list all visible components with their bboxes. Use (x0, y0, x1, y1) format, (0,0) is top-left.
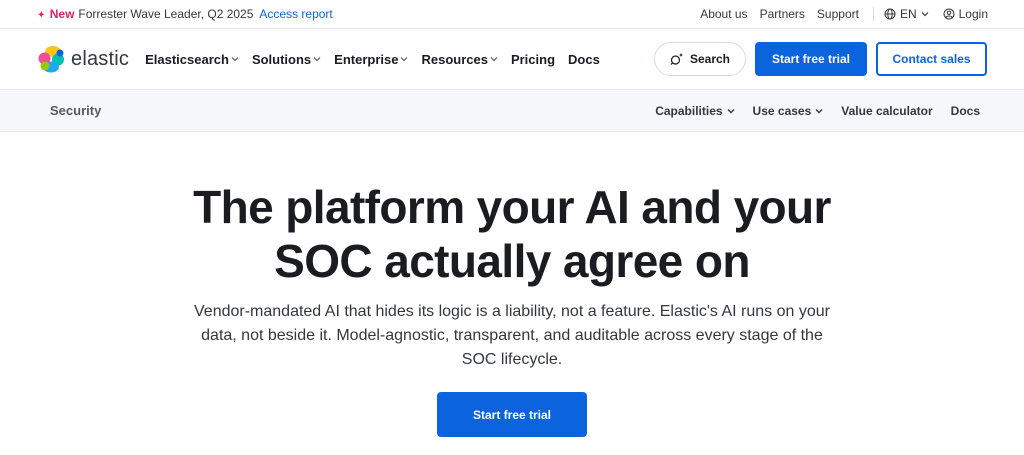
main-nav: elastic Elasticsearch Solutions Enterpri… (0, 29, 1024, 89)
ai-search-icon (670, 53, 683, 65)
login-link[interactable]: Login (943, 7, 988, 21)
about-us-link[interactable]: About us (700, 7, 747, 21)
subnav-items: Capabilities Use cases Value calculator … (637, 104, 980, 118)
nav-item-docs[interactable]: Docs (568, 52, 600, 67)
nav-item-label: Solutions (251, 51, 312, 67)
new-badge-label: New (49, 7, 75, 21)
nav-item-elasticsearch[interactable]: Elasticsearch (145, 52, 239, 67)
hero-title-line-1: The platform your AI and your (193, 181, 831, 233)
primary-links: Elasticsearch Solutions Enterprise Resou… (145, 52, 613, 67)
nav-item-enterprise[interactable]: Enterprise (334, 52, 408, 67)
language-selector[interactable]: EN (884, 7, 929, 21)
announcement-message: Forrester Wave Leader, Q2 2025 (78, 7, 254, 21)
access-report-link[interactable]: Access report (259, 7, 332, 21)
chevron-down-icon (401, 57, 408, 62)
chevron-down-icon (490, 57, 498, 62)
contact-sales-button[interactable]: Contact sales (876, 42, 987, 76)
utility-divider (872, 7, 874, 21)
announcement: ✦ New Forrester Wave Leader, Q2 2025 Acc… (37, 7, 333, 21)
subnav-item-docs[interactable]: Docs (951, 104, 980, 118)
chevron-down-icon (727, 108, 735, 113)
nav-item-label: Docs (568, 51, 600, 67)
utility-nav: About us Partners Support EN Login (688, 7, 988, 21)
user-icon (943, 8, 955, 20)
support-link[interactable]: Support (817, 7, 859, 21)
hero-subtitle: Vendor-mandated AI that hides its logic … (194, 303, 830, 368)
elastic-logo[interactable]: elastic (38, 45, 129, 73)
hero-title-line-2: SOC actually agree on (274, 235, 750, 287)
search-button[interactable]: Search (654, 42, 746, 76)
chevron-down-icon (815, 108, 823, 113)
nav-item-label: Enterprise (334, 51, 399, 67)
subnav-item-label: Docs (950, 103, 980, 118)
subnav-section-title[interactable]: Security (50, 103, 101, 118)
start-free-trial-button[interactable]: Start free trial (755, 42, 867, 76)
hero-title: The platform your AI and your SOC actual… (0, 180, 1024, 288)
announcement-bar: ✦ New Forrester Wave Leader, Q2 2025 Acc… (0, 0, 1024, 29)
partners-link[interactable]: Partners (760, 7, 805, 21)
nav-item-label: Elasticsearch (145, 51, 229, 67)
subnav-item-value-calculator[interactable]: Value calculator (841, 104, 932, 118)
chevron-down-icon (921, 12, 929, 17)
subnav-item-label: Value calculator (841, 103, 933, 118)
logo-wordmark: elastic (71, 47, 130, 70)
subnav-item-capabilities[interactable]: Capabilities (655, 103, 735, 118)
globe-icon (884, 8, 896, 20)
new-badge: ✦ New (37, 7, 74, 21)
search-label: Search (689, 52, 731, 66)
subnav-item-label: Capabilities (655, 103, 723, 118)
security-subnav: Security Capabilities Use cases Value ca… (0, 89, 1024, 132)
chevron-down-icon (313, 57, 321, 62)
nav-item-label: Pricing (510, 51, 556, 67)
login-label: Login (958, 7, 988, 21)
nav-item-solutions[interactable]: Solutions (252, 52, 321, 67)
subnav-item-label: Use cases (752, 103, 812, 118)
language-label: EN (899, 7, 917, 21)
nav-item-pricing[interactable]: Pricing (511, 52, 555, 67)
nav-item-resources[interactable]: Resources (421, 51, 498, 67)
sparkle-icon: ✦ (37, 10, 46, 21)
hero-start-free-trial-button[interactable]: Start free trial (437, 392, 587, 437)
nav-item-label: Resources (421, 51, 488, 67)
chevron-down-icon (231, 57, 239, 62)
subnav-item-use-cases[interactable]: Use cases (753, 104, 824, 118)
elastic-logo-icon (38, 46, 64, 73)
